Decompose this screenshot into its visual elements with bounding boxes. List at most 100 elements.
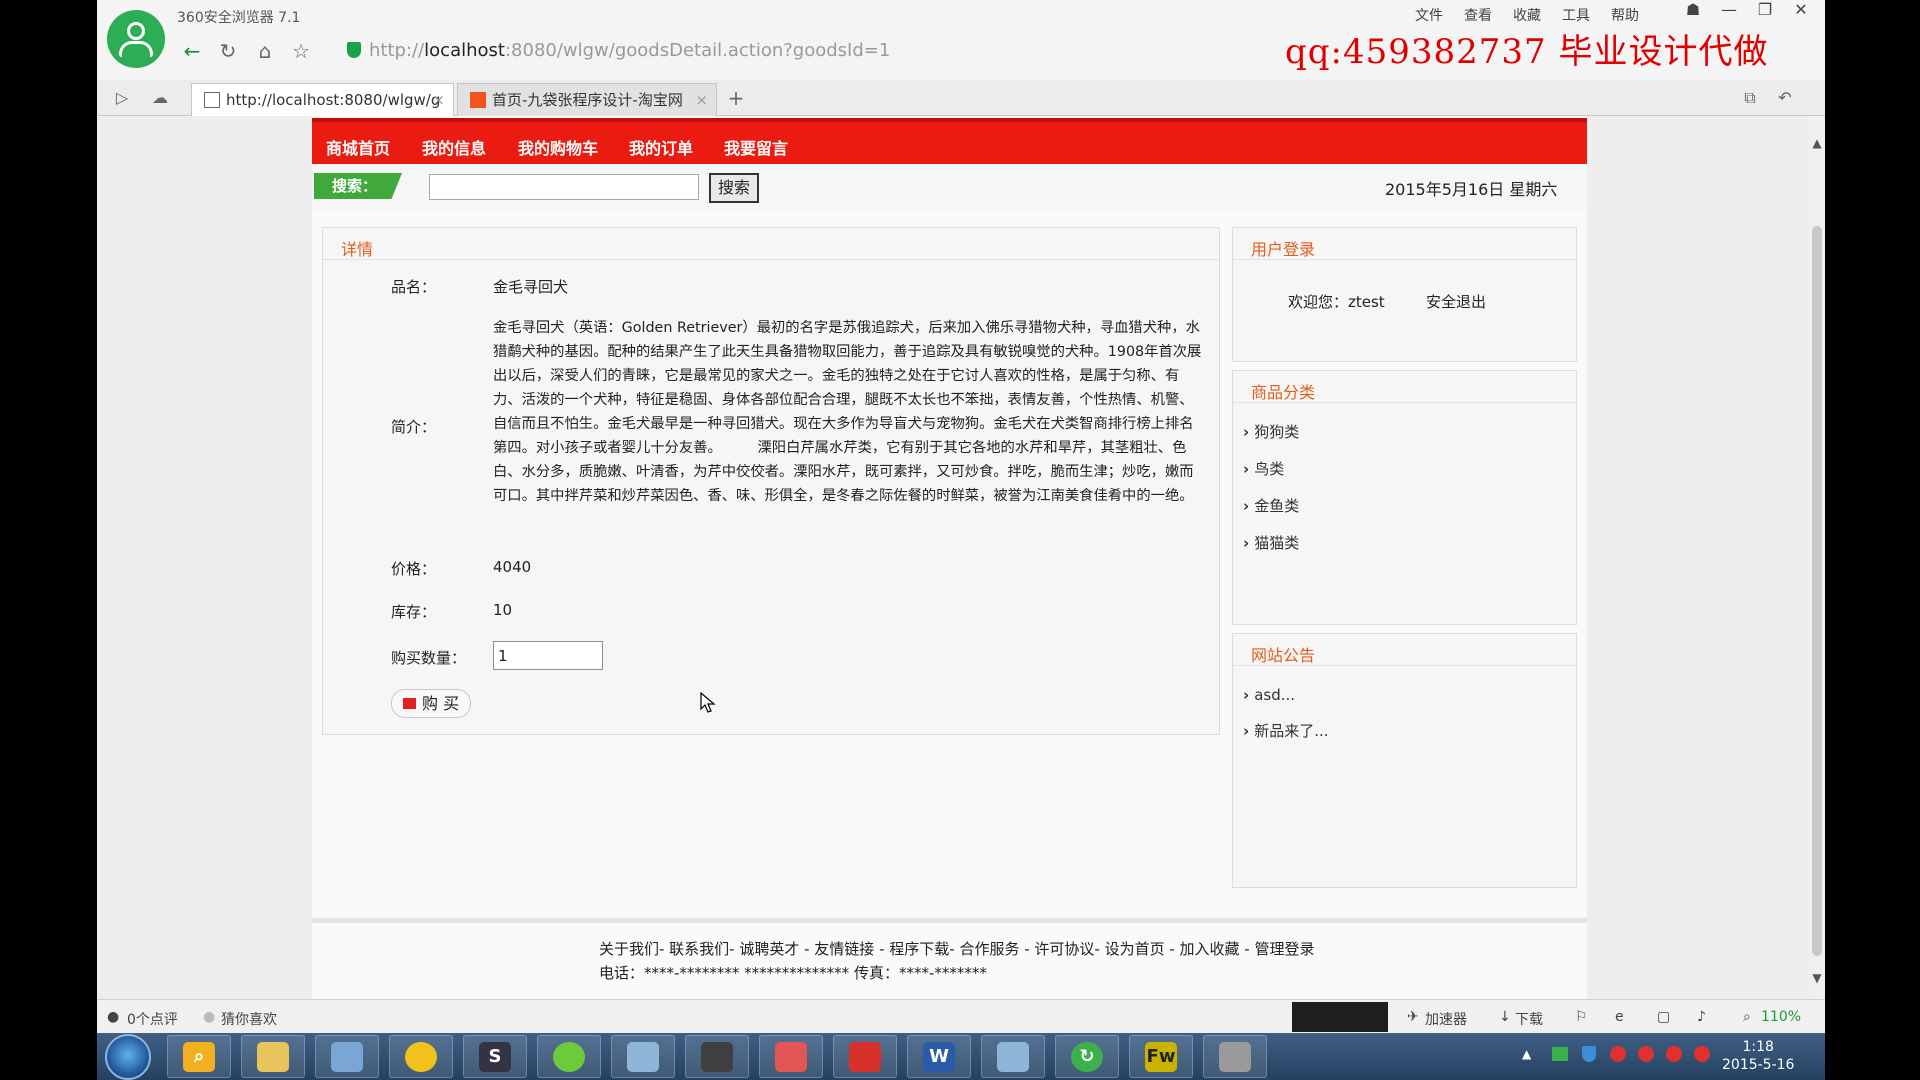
buy-button[interactable]: 购 买 [391,689,471,718]
current-date: 2015年5月16日 星期六 [1385,180,1558,199]
category-item-cats[interactable]: 猫猫类 [1243,532,1299,553]
address-bar[interactable]: http://localhost:8080/wlgw/goodsDetail.a… [347,36,1347,66]
close-tab-icon[interactable]: × [695,84,708,116]
document-app-icon-2[interactable] [981,1035,1045,1078]
logout-link[interactable]: 安全退出 [1426,291,1486,312]
accelerator[interactable]: 加速器 [1425,1009,1467,1029]
tray-qq-icon[interactable] [1666,1046,1682,1062]
fireworks-icon[interactable]: Fw [1129,1035,1193,1078]
notice-item[interactable]: asd... [1243,686,1295,704]
undo-close-icon[interactable]: ↶ [1772,85,1798,111]
tray-shield-icon[interactable] [1582,1046,1596,1062]
notice-item[interactable]: 新品来了... [1243,720,1328,741]
menu-help[interactable]: 帮助 [1611,5,1639,25]
star-icon[interactable]: ☆ [288,38,314,64]
category-item-dogs[interactable]: 狗狗类 [1243,421,1299,442]
scrollbar-thumb[interactable] [1812,226,1822,956]
system-clock[interactable]: 1:18 2015-5-16 [1722,1038,1794,1074]
tray-expand-icon[interactable]: ▲ [1522,1047,1531,1061]
search-app-icon[interactable]: ⌕ [167,1035,231,1078]
intro-label: 简介： [391,418,437,436]
tray-qq-icon[interactable] [1694,1046,1710,1062]
comments-count[interactable]: 0个点评 [127,1009,178,1029]
product-price: 4040 [493,558,532,576]
restore-window-icon[interactable]: ⧉ [1737,85,1763,111]
browser-360-icon[interactable] [389,1035,453,1078]
green-app-icon[interactable] [537,1035,601,1078]
menu-my-orders[interactable]: 我的订单 [629,135,693,159]
start-button-icon[interactable] [105,1034,151,1080]
home-icon[interactable]: ⌂ [252,38,278,64]
comments-icon: ● [107,1009,120,1025]
address-path: :8080/wlgw/goodsDetail.action?goodsId=1 [504,40,891,61]
user-avatar-icon[interactable] [107,10,165,68]
zoom-icon: ⌕ [1743,1009,1751,1025]
explorer-icon[interactable] [241,1035,305,1078]
menu-my-cart[interactable]: 我的购物车 [518,135,598,159]
maximize-button[interactable]: ❐ [1753,0,1777,19]
sound-icon[interactable]: ♪ [1697,1009,1706,1025]
menu-leave-message[interactable]: 我要留言 [724,135,788,159]
document-app-icon[interactable] [611,1035,675,1078]
menu-home[interactable]: 商城首页 [326,135,390,159]
search-label: 搜索： [314,173,402,199]
back-icon[interactable]: ← [179,38,205,64]
search-row: 搜索： 搜索 2015年5月16日 星期六 [312,164,1587,210]
tools-app-icon[interactable] [1203,1035,1267,1078]
tray-network-icon[interactable] [1552,1047,1568,1061]
network-app-icon[interactable] [315,1035,379,1078]
quantity-input[interactable]: 1 [493,641,603,670]
media-app-icon[interactable] [685,1035,749,1078]
tab-goods-detail[interactable]: http://localhost:8080/wlgw/g × [191,83,454,116]
ie-icon[interactable]: e [1615,1009,1624,1025]
close-button[interactable]: ✕ [1789,0,1813,19]
sidebar-toggle-icon[interactable]: ▷ [109,85,135,111]
eclipse-icon[interactable]: S [463,1035,527,1078]
tray-qq-icon[interactable] [1610,1046,1626,1062]
flag-icon[interactable]: ⚐ [1575,1009,1588,1025]
menu-view[interactable]: 查看 [1464,5,1492,25]
guess-you-like[interactable]: 猜你喜欢 [221,1009,277,1029]
category-item-goldfish[interactable]: 金鱼类 [1243,495,1299,516]
product-stock: 10 [493,601,513,619]
product-intro: 金毛寻回犬（英语：Golden Retriever）最初的名字是苏俄追踪犬，后来… [493,320,1202,504]
eraser-app-icon[interactable] [759,1035,823,1078]
category-item-birds[interactable]: 鸟类 [1243,458,1284,479]
refresh-icon[interactable]: ↻ [215,38,241,64]
skin-icon[interactable]: ☗ [1681,0,1705,19]
security-shield-icon [347,42,361,58]
buy-label: 购 买 [422,694,460,713]
red-app-icon[interactable] [833,1035,897,1078]
close-tab-icon[interactable]: × [432,84,445,116]
tray-qq-icon[interactable] [1638,1046,1654,1062]
window-icon[interactable]: ▢ [1657,1009,1670,1025]
vertical-scrollbar[interactable]: ▲ ▼ [1809,116,1825,999]
download[interactable]: 下载 [1515,1009,1543,1029]
welcome-text: 欢迎您：ztest [1288,293,1385,311]
detail-title: 详情 [323,228,1219,260]
refresh-app-icon[interactable]: ↻ [1055,1035,1119,1078]
scroll-up-icon[interactable]: ▲ [1809,136,1825,150]
login-title: 用户登录 [1233,228,1576,260]
page-icon [204,92,220,108]
zoom-level[interactable]: 110% [1761,1009,1801,1025]
menu-file[interactable]: 文件 [1415,5,1443,25]
scroll-down-icon[interactable]: ▼ [1809,971,1825,985]
menu-my-info[interactable]: 我的信息 [422,135,486,159]
tab-taobao[interactable]: 首页-九袋张程序设计-淘宝网 × [457,83,717,116]
mouse-cursor-icon [700,691,716,718]
footer: 关于我们- 联系我们- 诚聘英才 - 友情链接 - 程序下载- 合作服务 - 许… [312,918,1587,999]
word-icon[interactable]: W [907,1035,971,1078]
search-button[interactable]: 搜索 [709,173,759,203]
menu-favorites[interactable]: 收藏 [1513,5,1541,25]
window-controls: ☗ — ❐ ✕ [1681,0,1813,19]
category-title: 商品分类 [1233,371,1576,403]
menu-tools[interactable]: 工具 [1562,5,1590,25]
cloud-icon[interactable]: ☁ [147,85,173,111]
tab-label: 首页-九袋张程序设计-淘宝网 [492,91,683,109]
footer-links[interactable]: 关于我们- 联系我们- 诚聘英才 - 友情链接 - 程序下载- 合作服务 - 许… [599,938,1314,959]
search-input[interactable] [429,174,699,200]
minimize-button[interactable]: — [1717,0,1741,19]
input-method-bar[interactable] [1292,1002,1388,1032]
new-tab-icon[interactable]: + [723,85,749,111]
